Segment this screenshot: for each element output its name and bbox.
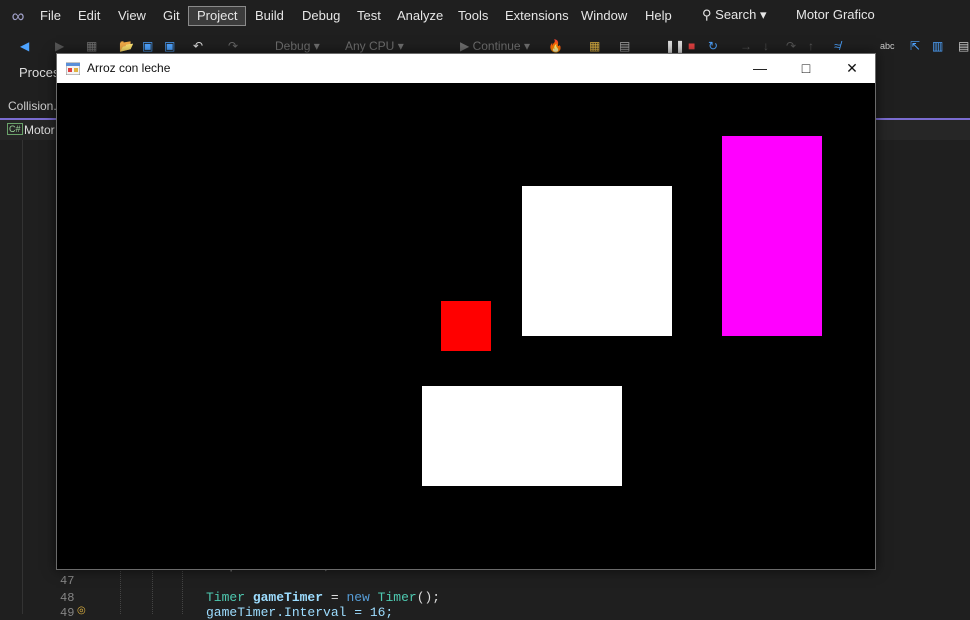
menu-window[interactable]: Window xyxy=(579,7,629,25)
pointer-icon[interactable]: ⇱ xyxy=(910,37,920,55)
menu-test[interactable]: Test xyxy=(355,7,383,25)
line-number: 49 xyxy=(60,606,75,620)
tab-collision[interactable]: Collision. xyxy=(8,99,57,113)
chevron-down-icon: ▾ xyxy=(759,7,767,22)
code-line-48: Timer gameTimer = new Timer(); xyxy=(206,590,440,605)
menu-analyze[interactable]: Analyze xyxy=(395,7,445,25)
tab-motor[interactable]: Motor xyxy=(24,123,55,137)
window-layout-icon[interactable]: ▥ xyxy=(932,37,943,55)
visual-studio-logo-icon[interactable]: ∞ xyxy=(7,6,29,26)
code-type: Timer xyxy=(206,590,246,605)
code-tail: (); xyxy=(416,590,441,605)
code-constructor: Timer xyxy=(377,590,417,605)
code-keyword: new xyxy=(346,590,370,605)
editor-margin-line xyxy=(22,140,23,614)
indent-guide xyxy=(120,568,122,614)
game-canvas[interactable] xyxy=(57,83,875,569)
search-icon: ⚲ xyxy=(702,7,712,22)
white-rectangle xyxy=(422,386,622,486)
window-title: Arroz con leche xyxy=(87,61,171,75)
menu-tools[interactable]: Tools xyxy=(456,7,490,25)
menu-view[interactable]: View xyxy=(116,7,148,25)
indent-guide xyxy=(152,568,154,614)
window-titlebar[interactable]: Arroz con leche — □ ✕ xyxy=(57,54,875,83)
menu-help[interactable]: Help xyxy=(643,7,674,25)
solution-name: Motor Grafico xyxy=(796,7,875,22)
maximize-button[interactable]: □ xyxy=(783,54,829,83)
process-label: Proces xyxy=(19,65,60,80)
menu-git[interactable]: Git xyxy=(161,7,182,25)
code-line-49: gameTimer.Interval = 16; xyxy=(206,605,394,620)
search-box[interactable]: ⚲ Search ▾ xyxy=(702,7,767,23)
menu-file[interactable]: File xyxy=(38,7,63,25)
navigate-back-icon[interactable]: ◀ xyxy=(20,37,29,55)
code-operator: = xyxy=(323,590,347,605)
spell-check-icon[interactable]: abc xyxy=(880,37,895,55)
configuration-value: Debug xyxy=(275,39,311,53)
search-label: Search xyxy=(715,7,757,22)
indent-guide xyxy=(182,568,184,614)
menu-build[interactable]: Build xyxy=(253,7,286,25)
red-square xyxy=(441,301,491,351)
magenta-rectangle xyxy=(722,136,822,336)
white-square xyxy=(522,186,672,336)
app-window: Arroz con leche — □ ✕ xyxy=(56,53,876,570)
menu-debug[interactable]: Debug xyxy=(300,7,342,25)
platform-value: Any CPU xyxy=(345,39,395,53)
minimize-button[interactable]: — xyxy=(737,54,783,83)
code-identifier: gameTimer xyxy=(252,590,324,605)
csharp-file-icon: C# xyxy=(7,123,23,135)
app-form-icon xyxy=(66,62,80,75)
menu-project[interactable]: Project xyxy=(188,6,247,26)
line-number: 48 xyxy=(60,591,75,605)
continue-label: Continue xyxy=(472,39,521,53)
menu-edit[interactable]: Edit xyxy=(76,7,102,25)
close-button[interactable]: ✕ xyxy=(829,54,875,83)
menu-extensions[interactable]: Extensions xyxy=(503,7,571,25)
breakpoint-hint-icon: ◎ xyxy=(77,605,86,616)
line-number: 47 xyxy=(60,574,75,588)
more-tools-icon[interactable]: ▤ xyxy=(958,37,969,55)
ide-menubar: ∞ File Edit View Git Project Build Debug… xyxy=(0,0,970,32)
